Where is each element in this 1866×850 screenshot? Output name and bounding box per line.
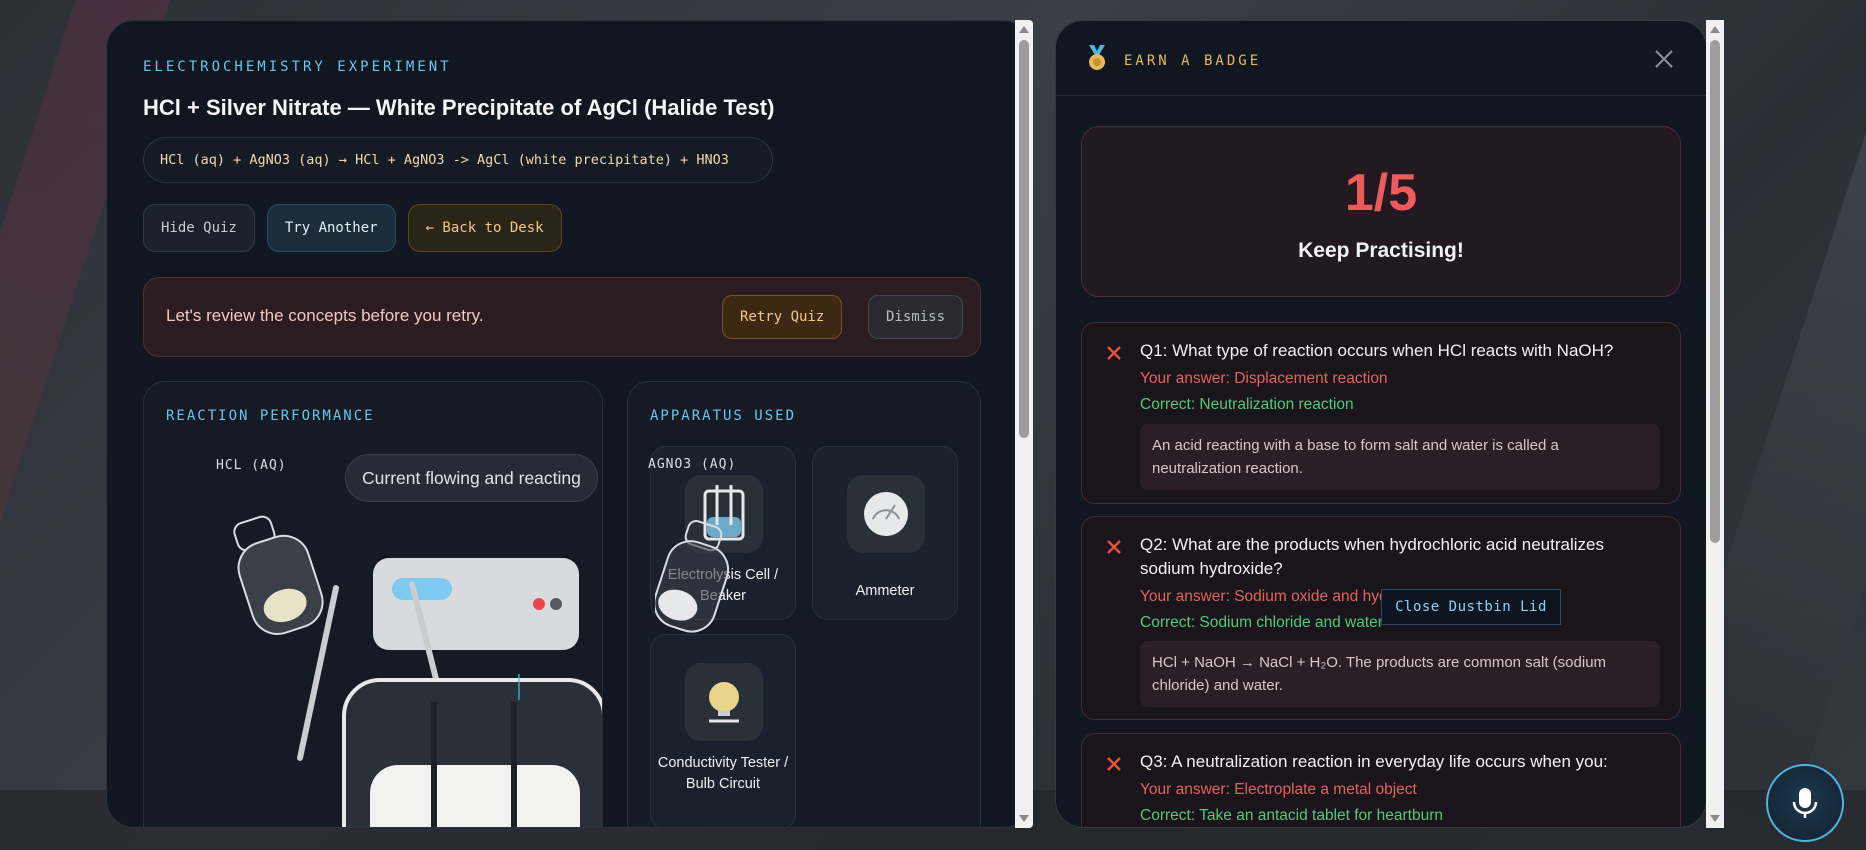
apparatus-label: Ammeter [855,583,915,599]
dismiss-button[interactable]: Dismiss [868,295,964,339]
wrong-answer-icon [1107,757,1121,771]
correct-answer: Correct: Take an antacid tablet for hear… [1140,807,1443,824]
microphone-icon [1792,788,1818,818]
experiment-panel: ELECTROCHEMISTRY EXPERIMENT HCl + Silver… [106,20,1032,828]
close-dustbin-lid-tooltip[interactable]: Close Dustbin Lid [1381,589,1561,625]
quiz-results-panel: EARN A BADGE 1/5 Keep Practising! Q1: Wh… [1055,20,1707,828]
quiz-header-title: EARN A BADGE [1124,53,1262,69]
apparatus-tile-bulb-circuit[interactable]: Conductivity Tester / Bulb Circuit [650,634,796,827]
score-message: Keep Practising! [1298,239,1464,262]
hcl-bottle-icon [233,515,324,635]
correct-answer: Correct: Sodium chloride and water [1140,614,1383,631]
scroll-thumb[interactable] [1710,40,1720,543]
score-card: 1/5 Keep Practising! [1081,126,1681,297]
quiz-score: 1/5 [1344,164,1418,222]
question-text: Q2: What are the products when hydrochlo… [1140,535,1604,578]
close-icon[interactable] [1653,48,1675,70]
reaction-illustration [233,515,602,827]
experiment-category: ELECTROCHEMISTRY EXPERIMENT [143,59,452,75]
question-result: Q1: What type of reaction occurs when HC… [1081,322,1681,504]
scroll-up-icon[interactable] [1019,26,1029,33]
apparatus-tile-ammeter[interactable]: Ammeter [812,446,958,620]
quiz-header: EARN A BADGE [1056,21,1706,96]
agno3-bottle-icon [655,520,730,633]
alert-message: Let's review the concepts before you ret… [166,306,484,325]
right-scrollbar[interactable] [1706,20,1724,828]
answer-explanation: An acid reacting with a base to form sal… [1140,424,1660,490]
microphone-button[interactable] [1766,764,1844,842]
retry-alert: Let's review the concepts before you ret… [143,277,981,357]
left-scrollbar[interactable] [1015,20,1033,828]
agno3-label: AGNO3 (AQ) [648,457,737,472]
question-text: Q3: A neutralization reaction in everyda… [1140,752,1608,771]
try-another-button[interactable]: Try Another [266,204,396,252]
question-text: Q1: What type of reaction occurs when HC… [1140,341,1614,360]
correct-answer: Correct: Neutralization reaction [1140,396,1354,413]
experiment-title: HCl + Silver Nitrate — White Precipitate… [143,95,775,120]
your-answer: Your answer: Displacement reaction [1140,370,1388,387]
back-to-desk-button[interactable]: ← Back to Desk [407,204,562,252]
hide-quiz-button[interactable]: Hide Quiz [143,204,255,252]
apparatus-label: Conductivity Tester / Bulb Circuit [657,755,789,792]
your-answer: Your answer: Electroplate a metal object [1140,781,1417,798]
ammeter-icon [847,475,925,553]
scroll-down-icon[interactable] [1710,815,1720,822]
answer-explanation: HCl + NaOH → NaCl + H₂O. The products ar… [1140,641,1660,707]
medal-icon [1089,45,1105,70]
wrong-answer-icon [1107,346,1121,360]
scroll-up-icon[interactable] [1710,26,1720,33]
reaction-equation: HCl (aq) + AgNO3 (aq) → HCl + AgNO3 -> A… [143,137,773,183]
wrong-answer-icon [1107,540,1121,554]
power-supply-icon [373,558,579,650]
apparatus-heading: APPARATUS USED [650,408,797,424]
scroll-thumb[interactable] [1019,40,1029,438]
reaction-performance-card: REACTION PERFORMANCE HCL (AQ) Current fl… [143,381,603,827]
action-buttons: Hide Quiz Try Another ← Back to Desk [143,204,562,252]
scroll-down-icon[interactable] [1019,815,1029,822]
beaker-icon [342,674,602,827]
question-result: Q3: A neutralization reaction in everyda… [1081,733,1681,827]
retry-quiz-button[interactable]: Retry Quiz [722,295,843,339]
bulb-circuit-icon [685,663,763,741]
